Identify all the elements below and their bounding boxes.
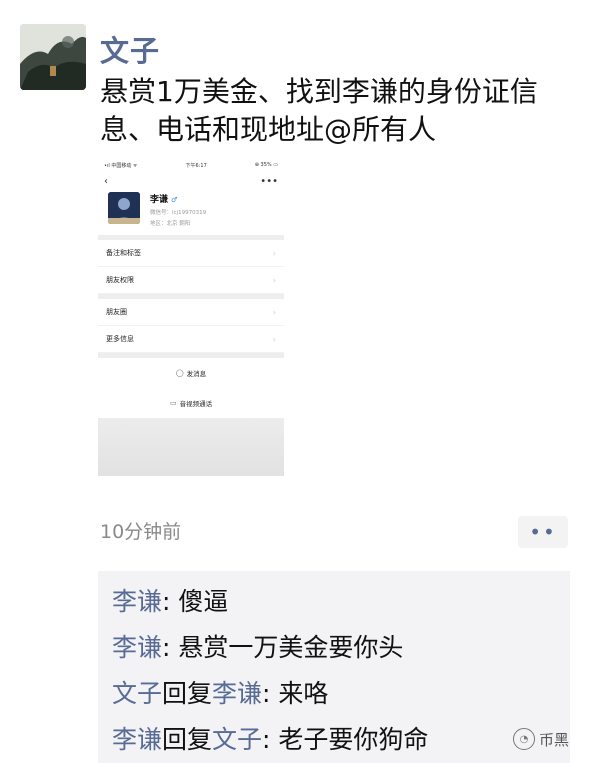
- profile-name-line: 李谦 ♂: [150, 192, 206, 205]
- row-label: 更多信息: [106, 335, 134, 343]
- video-call-label: 音视频通话: [179, 400, 213, 408]
- chevron-right-icon: ›: [272, 307, 276, 317]
- comment-item[interactable]: 李谦回复文子: 老子要你狗命: [112, 717, 556, 763]
- chevron-right-icon: ›: [272, 275, 276, 285]
- reply-word: 回复: [162, 679, 213, 708]
- back-icon: ‹: [104, 175, 108, 187]
- chevron-right-icon: ›: [272, 248, 276, 258]
- chat-bubble-icon: ◯: [175, 369, 184, 377]
- status-bar: •ıl 中国移动 ᯤ 下午6:17 ⊕ 35% ▭: [98, 158, 284, 172]
- send-message-label: 发消息: [186, 370, 207, 378]
- comment-author[interactable]: 文子: [112, 679, 162, 708]
- profile-card: 李谦 ♂ 微信号：lcj19970319 地区：北京 朝阳: [98, 190, 284, 235]
- comment-author[interactable]: 李谦: [112, 587, 162, 616]
- comment-separator: :: [262, 725, 279, 754]
- comment-reply-to[interactable]: 文子: [212, 725, 262, 754]
- male-icon: ♂: [171, 196, 178, 204]
- comment-reply-to[interactable]: 李谦: [212, 679, 262, 708]
- wechat-official-icon: ◔: [513, 728, 535, 750]
- comment-item[interactable]: 文子回复李谦: 来咯: [112, 671, 556, 717]
- profile-wechat-id: 微信号：lcj19970319: [150, 210, 207, 216]
- send-message-action: ◯ 发消息: [98, 358, 284, 388]
- comment-author[interactable]: 李谦: [112, 725, 162, 754]
- nav-bar: ‹ •••: [98, 172, 284, 190]
- row-moments: 朋友圈 ›: [98, 299, 284, 326]
- reply-word: 回复: [162, 725, 213, 754]
- row-label: 朋友权限: [106, 276, 134, 284]
- comment-separator: :: [262, 679, 279, 708]
- poster-avatar[interactable]: [20, 24, 86, 90]
- comment-separator: :: [162, 587, 179, 616]
- watermark: ◔ 币黑: [513, 728, 569, 750]
- chevron-right-icon: ›: [272, 334, 276, 344]
- row-friend-permissions: 朋友权限 ›: [98, 267, 284, 294]
- video-call-action: ▭ 音视频通话: [98, 388, 284, 418]
- embedded-screenshot[interactable]: •ıl 中国移动 ᯤ 下午6:17 ⊕ 35% ▭ ‹ ••• 李谦 ♂ 微信号：…: [98, 158, 284, 488]
- status-battery: ⊕ 35% ▭: [254, 162, 278, 168]
- blurred-area: [98, 418, 284, 476]
- row-label: 备注和标签: [106, 249, 141, 257]
- comment-text: 老子要你狗命: [278, 725, 429, 754]
- comment-text: 悬赏一万美金要你头: [178, 633, 404, 662]
- poster-name[interactable]: 文子: [100, 28, 160, 70]
- more-actions-button[interactable]: ••: [518, 516, 568, 548]
- post-text: 悬赏1万美金、找到李谦的身份证信息、电话和现地址@所有人: [100, 75, 538, 146]
- more-dots-icon: ••: [529, 520, 557, 544]
- comment-text: 傻逼: [178, 587, 229, 616]
- comment-author[interactable]: 李谦: [112, 633, 162, 662]
- status-time: 下午6:17: [185, 162, 207, 169]
- status-carrier: •ıl 中国移动 ᯤ: [104, 162, 138, 169]
- post-time: 10分钟前: [100, 521, 182, 543]
- comment-item[interactable]: 李谦: 傻逼: [112, 579, 556, 625]
- row-label: 朋友圈: [106, 308, 127, 316]
- profile-avatar: [108, 192, 140, 224]
- comment-text: 来咯: [278, 679, 329, 708]
- more-icon: •••: [260, 175, 278, 187]
- watermark-text: 币黑: [539, 730, 570, 749]
- profile-region: 地区：北京 朝阳: [150, 221, 191, 227]
- row-more-info: 更多信息 ›: [98, 326, 284, 353]
- comment-separator: :: [162, 633, 179, 662]
- row-remarks-tags: 备注和标签 ›: [98, 240, 284, 267]
- profile-name: 李谦: [150, 195, 169, 205]
- video-camera-icon: ▭: [169, 399, 177, 407]
- comment-item[interactable]: 李谦: 悬赏一万美金要你头: [112, 625, 556, 671]
- comments-panel: 李谦: 傻逼 李谦: 悬赏一万美金要你头 文子回复李谦: 来咯 李谦回复文子: …: [98, 571, 570, 763]
